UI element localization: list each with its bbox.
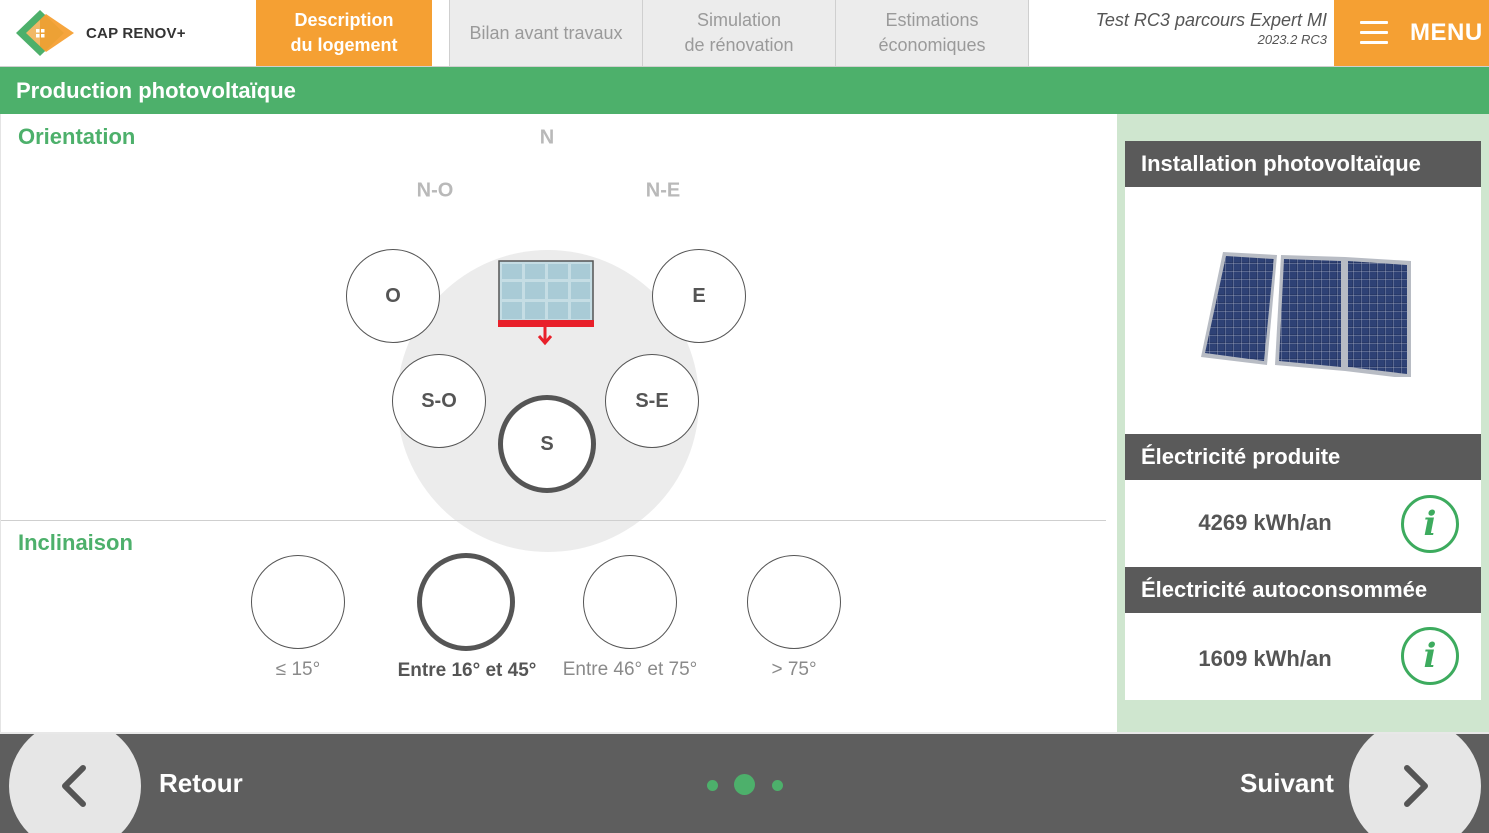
tilt-label-46-75: Entre 46° et 75° [562, 659, 698, 680]
top-header: CAP RENOV+ Description du logement Bilan… [0, 0, 1489, 67]
installation-title: Installation photovoltaïque [1125, 141, 1481, 187]
back-label[interactable]: Retour [159, 768, 243, 799]
produced-title: Électricité produite [1125, 434, 1481, 480]
compass-label-ne: N-E [645, 179, 681, 202]
inclinaison-label: Inclinaison [18, 530, 133, 555]
orientation-option-s[interactable]: S [498, 395, 596, 493]
chevron-left-icon [62, 765, 86, 807]
orientation-option-so[interactable]: S-O [392, 354, 486, 448]
project-info: Test RC3 parcours Expert MI 2023.2 RC3 [1040, 10, 1327, 47]
tilt-option-gt-75[interactable] [747, 555, 841, 649]
tab-simulation-renovation[interactable]: Simulation de rénovation [642, 0, 836, 66]
orientation-option-se[interactable]: S-E [605, 354, 699, 448]
main-content: Orientation N N-O N-E O E S-O S-E S Incl… [0, 114, 1117, 732]
installation-image-card [1125, 187, 1481, 434]
project-name: Test RC3 parcours Expert MI [1095, 10, 1327, 30]
produced-value: 4269 kWh/an [1198, 510, 1332, 535]
tab-description-logement[interactable]: Description du logement [256, 0, 432, 66]
compass-label-no: N-O [416, 179, 454, 202]
bottom-navigation: Retour Suivant [0, 732, 1489, 833]
orientation-option-o[interactable]: O [346, 249, 440, 343]
tilt-label-16-45: Entre 16° et 45° [397, 660, 537, 681]
tab-estimations-economiques[interactable]: Estimations économiques [835, 0, 1029, 66]
section-title: Production photovoltaïque [0, 67, 1489, 114]
app-logo[interactable]: CAP RENOV+ [0, 0, 256, 66]
compass-label-n: N [539, 126, 555, 149]
self-consumed-title: Électricité autoconsommée [1125, 567, 1481, 613]
page-dot-2-current [734, 774, 755, 795]
self-consumed-info-icon[interactable]: i [1401, 627, 1459, 685]
tab-bilan-avant-travaux[interactable]: Bilan avant travaux [449, 0, 643, 66]
house-logo-icon [16, 10, 74, 56]
solar-panel-direction-icon [498, 260, 594, 346]
tilt-option-46-75[interactable] [583, 555, 677, 649]
tilt-label-gt-75: > 75° [771, 659, 817, 680]
produced-info-icon[interactable]: i [1401, 495, 1459, 553]
next-button[interactable] [1349, 734, 1481, 833]
back-button[interactable] [9, 734, 141, 833]
menu-button[interactable]: MENU [1334, 0, 1489, 66]
hamburger-icon [1360, 21, 1388, 45]
solar-panels-image [1201, 252, 1411, 377]
tilt-option-le-15[interactable] [251, 555, 345, 649]
page-dot-3 [772, 780, 783, 791]
orientation-label: Orientation [18, 124, 136, 149]
orientation-option-e[interactable]: E [652, 249, 746, 343]
tilt-label-le-15: ≤ 15° [275, 659, 321, 680]
project-version: 2023.2 RC3 [1257, 32, 1327, 47]
chevron-right-icon [1404, 765, 1428, 807]
tilt-option-16-45[interactable] [417, 553, 515, 651]
next-label[interactable]: Suivant [1240, 768, 1334, 799]
logo-text: CAP RENOV+ [86, 24, 186, 42]
self-consumed-card: 1609 kWh/an i [1125, 613, 1481, 700]
page-dot-1 [707, 780, 718, 791]
self-consumed-value: 1609 kWh/an [1198, 646, 1332, 671]
menu-label: MENU [1410, 19, 1483, 46]
results-panel: Installation photovoltaïque Électricité … [1117, 114, 1489, 732]
produced-card: 4269 kWh/an i [1125, 480, 1481, 567]
section-divider [1, 520, 1106, 521]
